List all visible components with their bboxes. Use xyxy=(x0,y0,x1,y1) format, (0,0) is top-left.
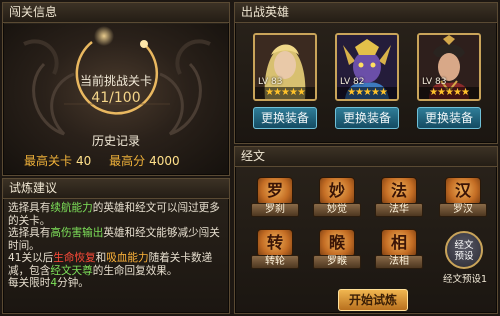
history-label: 历史记录 xyxy=(91,134,140,148)
hero-card-2[interactable]: LV 82 ★★★★★ xyxy=(335,33,399,101)
change-equipment-button-3[interactable]: 更换装备 xyxy=(417,107,481,129)
scripture-item-6[interactable]: 睺 罗睺 xyxy=(313,229,361,271)
trial-tips-title: 试炼建议 xyxy=(3,179,229,199)
trial-tip-line: 选择具有高伤害输出英雄和经文能够减少闯关时间。 xyxy=(8,227,225,252)
max-level-label: 最高关卡 xyxy=(24,154,73,168)
scripture-name: 法华 xyxy=(375,203,423,217)
level-info-panel: 闯关信息 当前挑战关卡 41/100 历史记录 最高关卡 40 最高分 4000 xyxy=(2,2,230,176)
current-level-label: 当前挑战关卡 xyxy=(79,74,152,88)
trial-tip-segment: 续航能力 xyxy=(50,202,93,214)
scripture-name: 转轮 xyxy=(251,255,299,269)
trial-tips-text: 选择具有续航能力的英雄和经文可以闯过更多的关卡。 选择具有高伤害输出英雄和经文能够… xyxy=(8,202,225,290)
trial-tip-segment: 吸血能力 xyxy=(106,252,149,264)
hero-level: LV 83 xyxy=(258,77,283,87)
scripture-name: 法相 xyxy=(375,255,423,269)
max-score-value: 4000 xyxy=(149,154,180,168)
trial-tip-segment: 经文天尊 xyxy=(50,264,93,277)
max-score-label: 最高分 xyxy=(109,154,146,168)
battle-heroes-title: 出战英雄 xyxy=(235,3,497,23)
hero-card-1[interactable]: LV 83 ★★★★★ xyxy=(253,33,317,101)
level-info-art: 当前挑战关卡 41/100 历史记录 最高关卡 40 最高分 4000 xyxy=(4,24,228,174)
trial-tip-segment: 选择具有 xyxy=(8,202,51,214)
scripture-preset-text: 经文 预设 xyxy=(454,240,474,262)
trial-tip-line: 选择具有续航能力的英雄和经文可以闯过更多的关卡。 xyxy=(8,202,225,227)
scripture-name: 罗刹 xyxy=(251,203,299,217)
hero-stars: ★★★★★ xyxy=(337,87,397,99)
current-level-value: 41/100 xyxy=(91,90,141,106)
trial-tip-segment: 生命恢复 xyxy=(53,252,96,264)
scripture-panel: 经文 罗 罗刹 妙 妙觉 法 法华 汉 罗汉 转 转轮 睺 罗睺 相 法相 经文… xyxy=(234,146,498,314)
change-equipment-button-1[interactable]: 更换装备 xyxy=(253,107,317,129)
scripture-emblem-icon: 法 xyxy=(381,177,417,205)
scripture-title: 经文 xyxy=(235,147,497,167)
scripture-emblem-icon: 睺 xyxy=(319,229,355,257)
hero-stars: ★★★★★ xyxy=(255,87,315,99)
scripture-name: 罗睺 xyxy=(313,255,361,269)
scripture-item-4[interactable]: 汉 罗汉 xyxy=(439,177,487,219)
trial-tip-segment: 的生命回复效果。 xyxy=(92,264,178,277)
scripture-emblem-icon: 罗 xyxy=(257,177,293,205)
trial-tips-panel: 试炼建议 选择具有续航能力的英雄和经文可以闯过更多的关卡。 选择具有高伤害输出英雄… xyxy=(2,178,230,314)
scripture-item-7[interactable]: 相 法相 xyxy=(375,229,423,271)
scripture-emblem-icon: 汉 xyxy=(445,177,481,205)
scripture-emblem-icon: 转 xyxy=(257,229,293,257)
trial-tip-line: 每关限时4分钟。 xyxy=(8,277,225,290)
trial-tip-segment: 高伤害输出 xyxy=(50,227,104,239)
scripture-name: 罗汉 xyxy=(439,203,487,217)
trial-tip-segment: 分钟。 xyxy=(57,277,89,289)
scripture-item-3[interactable]: 法 法华 xyxy=(375,177,423,219)
trial-tip-line: 41关以后生命恢复和吸血能力随着关卡数递减，包含经文天尊的生命回复效果。 xyxy=(8,252,225,277)
start-trial-button[interactable]: 开始试炼 xyxy=(338,289,408,311)
trial-tip-segment: 和 xyxy=(95,252,107,264)
trial-tip-segment: 每关限时 xyxy=(8,277,51,289)
trial-tip-segment: 41关以后 xyxy=(8,252,54,264)
scripture-preset-button[interactable]: 经文 预设 xyxy=(445,231,483,269)
trial-tip-segment: 选择具有 xyxy=(8,227,51,239)
scripture-emblem-icon: 妙 xyxy=(319,177,355,205)
level-info-title: 闯关信息 xyxy=(3,3,229,23)
scripture-item-1[interactable]: 罗 罗刹 xyxy=(251,177,299,219)
battle-heroes-panel: 出战英雄 LV 83 ★★★★★ 更换装备 LV 82 ★★★★★ 更换装备 L… xyxy=(234,2,498,144)
hero-level: LV 83 xyxy=(422,77,447,87)
hero-card-3[interactable]: LV 83 ★★★★★ xyxy=(417,33,481,101)
hero-level: LV 82 xyxy=(340,77,365,87)
scripture-item-2[interactable]: 妙 妙觉 xyxy=(313,177,361,219)
scripture-emblem-icon: 相 xyxy=(381,229,417,257)
hero-stars: ★★★★★ xyxy=(419,87,479,99)
scripture-item-5[interactable]: 转 转轮 xyxy=(251,229,299,271)
history-stats: 最高关卡 40 最高分 4000 xyxy=(24,152,194,169)
scripture-name: 妙觉 xyxy=(313,203,361,217)
max-level-value: 40 xyxy=(76,154,92,168)
scripture-preset-label: 经文预设1 xyxy=(442,274,488,285)
change-equipment-button-2[interactable]: 更换装备 xyxy=(335,107,399,129)
